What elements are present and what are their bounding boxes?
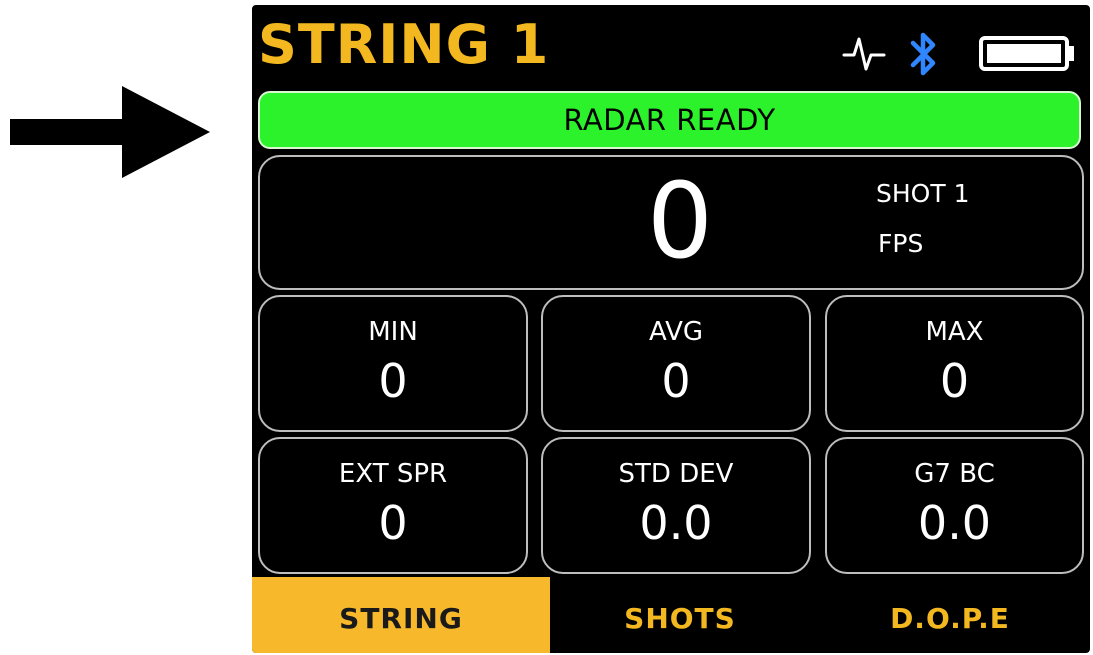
stat-extreme-spread: EXT SPR 0 xyxy=(258,437,528,574)
pointer-arrow-icon xyxy=(10,86,210,178)
stat-std-dev: STD DEV 0.0 xyxy=(541,437,811,574)
radar-status-bar: RADAR READY xyxy=(258,91,1081,149)
activity-icon xyxy=(842,31,886,79)
tab-dope[interactable]: D.O.P.E xyxy=(810,577,1090,653)
battery-icon xyxy=(979,31,1077,79)
stat-label: EXT SPR xyxy=(338,459,448,489)
stat-min: MIN 0 xyxy=(258,295,528,432)
tab-shots[interactable]: SHOTS xyxy=(550,577,810,653)
stat-value: 0.0 xyxy=(917,496,992,550)
shot-velocity-value: 0 xyxy=(646,160,714,282)
stat-label: AVG xyxy=(648,317,704,347)
stat-value: 0.0 xyxy=(639,496,713,550)
stat-value: 0 xyxy=(661,354,691,408)
stat-avg: AVG 0 xyxy=(541,295,811,432)
tab-string[interactable]: STRING xyxy=(252,577,550,653)
stat-label: MAX xyxy=(925,317,984,347)
string-title: STRING 1 xyxy=(258,13,550,76)
page: STRING 1 RADAR READY 0 SHOT 1 FPS MIN 0 … xyxy=(0,0,1093,655)
status-icons xyxy=(842,31,1082,77)
stat-value: 0 xyxy=(378,354,408,408)
stat-max: MAX 0 xyxy=(825,295,1084,432)
stat-g7-bc: G7 BC 0.0 xyxy=(825,437,1084,574)
stat-label: G7 BC xyxy=(914,459,995,489)
stat-label: STD DEV xyxy=(618,459,734,489)
stat-label: MIN xyxy=(368,317,418,347)
device-screen: STRING 1 RADAR READY 0 SHOT 1 FPS MIN 0 … xyxy=(252,5,1090,653)
current-shot-panel: 0 SHOT 1 FPS xyxy=(258,155,1084,290)
shot-number-label: SHOT 1 xyxy=(876,179,970,208)
stat-value: 0 xyxy=(939,354,970,408)
stat-value: 0 xyxy=(378,496,408,550)
velocity-unit-label: FPS xyxy=(878,229,924,258)
bottom-tab-bar: STRING SHOTS D.O.P.E xyxy=(252,577,1090,653)
bluetooth-icon[interactable] xyxy=(909,31,939,81)
